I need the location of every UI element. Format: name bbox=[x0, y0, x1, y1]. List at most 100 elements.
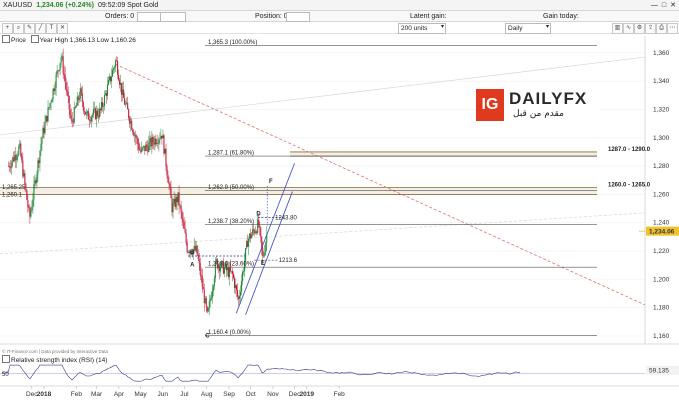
y-tick-label: 1,320 bbox=[653, 106, 670, 113]
candle-body bbox=[125, 103, 127, 105]
candle-body bbox=[13, 157, 15, 161]
fib-label: 1,287.1 (61.80%) bbox=[208, 151, 254, 157]
y-tick-label: 1,360 bbox=[653, 50, 670, 57]
candle-body bbox=[63, 73, 65, 76]
y-tick-label: 1,200 bbox=[653, 276, 670, 283]
candle-body bbox=[17, 154, 19, 158]
candle-body bbox=[241, 281, 243, 292]
candle-body bbox=[68, 96, 70, 110]
candle-body bbox=[132, 129, 134, 133]
candle-body bbox=[11, 162, 13, 169]
x-tick-label: May bbox=[134, 391, 147, 398]
candle-body bbox=[155, 138, 157, 145]
candle-body bbox=[47, 107, 49, 122]
candle-body bbox=[250, 233, 252, 239]
candle-body bbox=[93, 108, 95, 110]
candle-body bbox=[29, 207, 31, 217]
candle-body bbox=[117, 61, 119, 75]
candle-body bbox=[151, 137, 153, 147]
candle-body bbox=[263, 255, 265, 257]
annotations: 1243.80 1213.6 A B C D E F bbox=[188, 179, 298, 339]
candle-body bbox=[154, 138, 156, 145]
candle-body bbox=[107, 80, 110, 85]
candle-body bbox=[261, 236, 263, 248]
zone-label: 1260.0 - 1265.0 bbox=[608, 182, 651, 188]
x-tick-label: Nov bbox=[267, 391, 279, 398]
candle-body bbox=[20, 143, 22, 157]
candle-body bbox=[243, 271, 245, 272]
left-axis-label: 1,265.25 bbox=[2, 185, 26, 191]
candle-body bbox=[123, 89, 125, 99]
candle-body bbox=[158, 139, 160, 144]
candle-body bbox=[219, 267, 221, 272]
candle-body bbox=[66, 89, 68, 92]
candle-body bbox=[201, 276, 203, 287]
fib-label: 1,208.6 (23.60%) bbox=[208, 262, 254, 268]
rsi-legend-checkbox[interactable] bbox=[2, 355, 10, 363]
dailyfx-logo: IG DAILYFX مقدم من قبل bbox=[476, 89, 598, 121]
candle-body bbox=[127, 102, 129, 110]
y-tick-label: 1,160 bbox=[653, 333, 670, 340]
candle-body bbox=[206, 306, 208, 312]
candle-body bbox=[48, 107, 50, 109]
candle-body bbox=[135, 134, 137, 138]
candle-body bbox=[153, 142, 155, 145]
candle-body bbox=[236, 289, 239, 297]
candle-body bbox=[137, 137, 139, 144]
candle-body bbox=[157, 143, 159, 144]
candle-body bbox=[138, 143, 140, 150]
candle-body bbox=[26, 190, 28, 200]
candle-body bbox=[176, 197, 178, 203]
candle-body bbox=[195, 245, 197, 251]
candle-body bbox=[242, 271, 244, 282]
candle-body bbox=[30, 210, 32, 217]
candle-body bbox=[24, 173, 26, 184]
fib-label: 1,160.4 (0.00%) bbox=[208, 330, 251, 336]
x-tick-label: Sep bbox=[223, 391, 235, 398]
candle-body bbox=[228, 267, 231, 278]
candle-body bbox=[64, 75, 66, 83]
candle-body bbox=[121, 82, 123, 95]
candle-body bbox=[259, 225, 261, 228]
candle-body bbox=[199, 263, 201, 276]
candle-body bbox=[175, 197, 177, 208]
point-label: D bbox=[256, 212, 261, 218]
candle-body bbox=[116, 60, 118, 62]
fib-label: 1,365.3 (100.00%) bbox=[208, 40, 257, 46]
candle-body bbox=[113, 68, 115, 70]
x-tick-label: Jun bbox=[158, 391, 169, 398]
candle-body bbox=[179, 205, 181, 207]
candle-body bbox=[12, 157, 14, 163]
candle-body bbox=[212, 286, 214, 291]
candle-body bbox=[40, 144, 42, 151]
candle-body bbox=[100, 102, 103, 111]
x-tick-label: Oct bbox=[246, 391, 256, 398]
candle-body bbox=[186, 242, 188, 252]
fib-label: 1,238.7 (38.20%) bbox=[208, 219, 254, 225]
candle-body bbox=[178, 192, 180, 206]
point-label: A bbox=[190, 263, 195, 269]
candle-body bbox=[265, 242, 267, 253]
candle-body bbox=[202, 286, 204, 290]
candle-body bbox=[72, 121, 74, 123]
candle-body bbox=[33, 184, 35, 200]
candle-body bbox=[23, 173, 25, 177]
candle-body bbox=[45, 115, 47, 123]
candle-body bbox=[38, 160, 40, 164]
candle-body bbox=[49, 103, 51, 108]
price-chart[interactable]: 1287.0 - 1290.01260.0 - 1265.01,265.251,… bbox=[0, 0, 679, 402]
rsi-panel: 5059.135 bbox=[0, 364, 679, 382]
candle-body bbox=[163, 135, 165, 154]
candle-body bbox=[50, 102, 52, 104]
dailyfx-brand: DAILYFX bbox=[509, 89, 588, 108]
candle-body bbox=[109, 76, 112, 82]
candle-body bbox=[249, 233, 251, 239]
candle-body bbox=[27, 199, 29, 208]
candle-body bbox=[97, 116, 99, 118]
candle-body bbox=[101, 102, 104, 107]
candle-body bbox=[204, 298, 206, 304]
candle-body bbox=[46, 115, 48, 122]
x-tick-label: Feb bbox=[71, 391, 83, 398]
x-tick-label: Aug bbox=[201, 391, 213, 398]
candle-body bbox=[111, 69, 114, 77]
